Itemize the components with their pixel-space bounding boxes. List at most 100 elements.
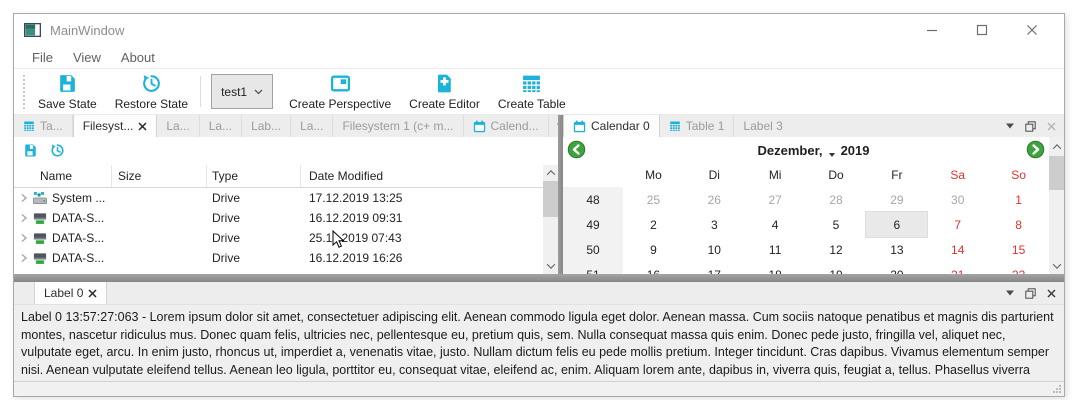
- close-icon[interactable]: [88, 289, 97, 298]
- tab-filesystem-1[interactable]: Filesystem 1 (c+ m...: [333, 115, 463, 137]
- previous-month-button[interactable]: [567, 140, 586, 159]
- restore-state-button[interactable]: Restore State: [106, 69, 197, 114]
- year-label[interactable]: 2019: [841, 143, 870, 158]
- day-cell[interactable]: 13: [866, 237, 927, 262]
- close-icon[interactable]: [138, 122, 147, 131]
- tab-table-1[interactable]: Table 1: [660, 115, 735, 137]
- close-button[interactable]: [1026, 24, 1038, 36]
- save-icon[interactable]: [23, 143, 38, 158]
- day-cell[interactable]: 7: [927, 212, 988, 237]
- day-header: So: [988, 163, 1049, 187]
- scroll-up-icon[interactable]: [1049, 139, 1064, 155]
- scroll-down-icon[interactable]: [543, 258, 558, 274]
- day-cell[interactable]: 17: [684, 262, 745, 274]
- tab-table-0[interactable]: Ta...: [14, 115, 73, 137]
- day-cell[interactable]: 19: [806, 262, 867, 274]
- maximize-button[interactable]: [976, 24, 988, 36]
- file-table-scrollbar[interactable]: [543, 165, 558, 274]
- month-year-title[interactable]: Dezember, 2019: [758, 143, 870, 158]
- tab-label: Lab...: [251, 119, 281, 133]
- day-cell[interactable]: 26: [684, 187, 745, 212]
- resize-grip-icon[interactable]: [1052, 384, 1062, 394]
- tab-label-a[interactable]: La...: [157, 115, 199, 137]
- column-header-name[interactable]: Name: [14, 165, 112, 187]
- table-row[interactable]: DATA-S... Drive 16.12.2019 16:26: [14, 248, 543, 268]
- day-cell[interactable]: 15: [988, 237, 1049, 262]
- create-table-label: Create Table: [498, 97, 566, 111]
- day-header: Mo: [623, 163, 684, 187]
- tab-calendar[interactable]: Calend...: [464, 115, 549, 137]
- day-cell[interactable]: 1: [988, 187, 1049, 212]
- tab-label-c[interactable]: Lab...: [242, 115, 291, 137]
- minimize-button[interactable]: [926, 24, 938, 36]
- day-cell[interactable]: 20: [866, 262, 927, 274]
- scroll-down-icon[interactable]: [1049, 258, 1064, 274]
- expand-chevron-icon[interactable]: [21, 233, 28, 243]
- tab-label-d[interactable]: La...: [291, 115, 333, 137]
- menu-file[interactable]: File: [22, 50, 63, 65]
- day-cell[interactable]: 28: [806, 187, 867, 212]
- tab-label-0[interactable]: Label 0: [34, 282, 107, 304]
- month-label[interactable]: Dezember,: [758, 143, 823, 158]
- day-cell[interactable]: 25: [623, 187, 684, 212]
- calendar-dock-panel: Calendar 0 Table 1 Label 3: [563, 115, 1064, 274]
- menu-about[interactable]: About: [111, 50, 165, 65]
- column-header-size[interactable]: Size: [112, 165, 207, 187]
- create-perspective-button[interactable]: Create Perspective: [280, 69, 400, 114]
- expand-chevron-icon[interactable]: [21, 193, 28, 203]
- day-cell[interactable]: 14: [927, 237, 988, 262]
- toolbar-drag-handle[interactable]: [22, 74, 26, 109]
- table-row[interactable]: DATA-S... Drive 16.12.2019 09:31: [14, 208, 543, 228]
- float-panel-icon[interactable]: [1025, 288, 1036, 299]
- day-cell-selected[interactable]: 6: [866, 212, 927, 237]
- day-cell[interactable]: 10: [684, 237, 745, 262]
- restore-history-icon[interactable]: [50, 143, 65, 158]
- day-cell[interactable]: 30: [927, 187, 988, 212]
- scrollbar-thumb[interactable]: [543, 181, 558, 217]
- day-cell[interactable]: 29: [866, 187, 927, 212]
- table-row[interactable]: DATA-S... Drive 25.11.2019 07:43: [14, 228, 543, 248]
- create-table-button[interactable]: Create Table: [489, 69, 575, 114]
- tab-label-3[interactable]: Label 3: [734, 115, 791, 137]
- day-cell[interactable]: 11: [745, 237, 806, 262]
- day-cell[interactable]: 5: [806, 212, 867, 237]
- column-header-type[interactable]: Type: [207, 165, 301, 187]
- day-cell[interactable]: 8: [988, 212, 1049, 237]
- day-cell[interactable]: 12: [806, 237, 867, 262]
- column-header-date-modified[interactable]: Date Modified: [301, 165, 543, 187]
- day-cell[interactable]: 3: [684, 212, 745, 237]
- menu-view[interactable]: View: [63, 50, 111, 65]
- scroll-up-icon[interactable]: [543, 165, 558, 181]
- day-cell[interactable]: 21: [927, 262, 988, 274]
- tab-label-b[interactable]: La...: [200, 115, 242, 137]
- close-panel-icon[interactable]: [1047, 289, 1056, 298]
- save-state-button[interactable]: Save State: [29, 69, 106, 114]
- next-month-button[interactable]: [1026, 140, 1045, 159]
- day-cell[interactable]: 2: [623, 212, 684, 237]
- day-cell[interactable]: 18: [745, 262, 806, 274]
- tab-label: La...: [209, 119, 232, 133]
- month-dropdown-icon[interactable]: [829, 153, 835, 157]
- title-bar[interactable]: MainWindow: [14, 14, 1064, 46]
- perspective-combobox[interactable]: test1: [211, 74, 273, 109]
- table-row[interactable]: System ... Drive 17.12.2019 13:25: [14, 188, 543, 208]
- day-cell[interactable]: 9: [623, 237, 684, 262]
- tab-calendar-0[interactable]: Calendar 0: [563, 115, 660, 137]
- tab-label: Filesystem 1 (c+ m...: [342, 119, 453, 133]
- expand-chevron-icon[interactable]: [21, 213, 28, 223]
- horizontal-splitter[interactable]: [14, 274, 1064, 282]
- expand-chevron-icon[interactable]: [21, 253, 28, 263]
- day-cell[interactable]: 4: [745, 212, 806, 237]
- create-editor-button[interactable]: Create Editor: [400, 69, 489, 114]
- tab-list-dropdown-icon[interactable]: [1006, 290, 1014, 296]
- close-panel-icon[interactable]: [1047, 122, 1056, 131]
- float-panel-icon[interactable]: [1025, 121, 1036, 132]
- day-cell[interactable]: 16: [623, 262, 684, 274]
- day-cell[interactable]: 22: [988, 262, 1049, 274]
- day-cell[interactable]: 27: [745, 187, 806, 212]
- tab-list-dropdown-icon[interactable]: [1006, 123, 1014, 129]
- calendar-scrollbar[interactable]: [1049, 137, 1064, 274]
- tab-filesystem-active[interactable]: Filesyst...: [73, 115, 158, 137]
- scrollbar-thumb[interactable]: [1049, 156, 1064, 190]
- file-type: Drive: [207, 231, 301, 245]
